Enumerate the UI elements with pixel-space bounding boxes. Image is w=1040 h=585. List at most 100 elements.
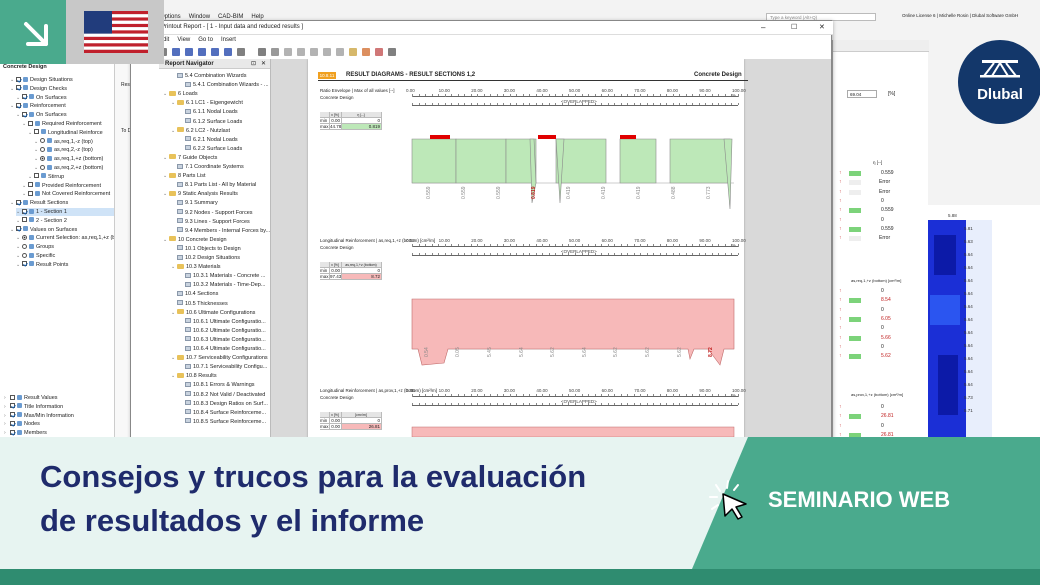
navigator-item[interactable]: 10.4 Sections (171, 290, 218, 298)
toolbar-button[interactable] (172, 48, 180, 56)
navigator-item[interactable]: ⌄ 10.3 Materials (171, 263, 221, 271)
tree-item[interactable]: › Nodes (4, 420, 40, 428)
radio-button[interactable] (40, 146, 45, 152)
radio-button[interactable] (40, 138, 45, 144)
toolbar-button[interactable] (362, 48, 370, 56)
expander-icon[interactable]: ⌄ (34, 155, 40, 163)
navigator-item[interactable]: 9.3 Lines - Support Forces (171, 218, 250, 226)
navigator-item[interactable]: 6.1.2 Surface Loads (179, 118, 242, 126)
checkbox[interactable] (28, 120, 33, 126)
navigator-item[interactable]: ⌄ 6 Loads (163, 90, 198, 98)
checkbox-checked[interactable] (10, 420, 15, 426)
pin-icon[interactable]: ⊡ (251, 60, 256, 67)
navigator-item[interactable]: 7.1 Coordinate Systems (171, 163, 244, 171)
navigator-item[interactable]: 10.2 Design Situations (171, 254, 240, 262)
checkbox[interactable] (34, 173, 39, 179)
navigator-item[interactable]: 10.5 Thicknesses (171, 300, 228, 308)
navigator-item[interactable]: ⌄ 10.8 Results (171, 372, 217, 380)
navigator-item[interactable]: 10.8.4 Surface Reinforceme... (179, 409, 266, 417)
navigator-item[interactable]: 5.4.1 Combination Wizards - ... (179, 81, 269, 89)
navigator-item[interactable]: 10.8.2 Not Valid / Deactivated (179, 391, 265, 399)
toolbar-button[interactable] (375, 48, 383, 56)
tree-item[interactable]: › Title Information (4, 403, 63, 411)
navigator-item[interactable]: 10.7.1 Serviceability Configu... (179, 363, 267, 371)
toolbar-button[interactable] (388, 48, 396, 56)
checkbox-checked[interactable] (10, 412, 15, 418)
checkbox[interactable] (34, 129, 39, 135)
navigator-item[interactable]: 9.4 Members - Internal Forces by... (171, 227, 270, 235)
navigator-item[interactable]: ⌄ 10 Concrete Design (163, 236, 227, 244)
radio-button-selected[interactable] (22, 234, 27, 240)
checkbox[interactable] (28, 190, 33, 196)
tree-item[interactable]: ⌄ Specific (16, 252, 55, 260)
navigator-item[interactable]: ⌄ 9 Static Analysis Results (163, 190, 238, 198)
radio-button-selected[interactable] (40, 155, 45, 161)
navigator-item[interactable]: 10.8.1 Errors & Warnings (179, 381, 255, 389)
tree-item[interactable]: ⌄ Longitudinal Reinforce (28, 129, 103, 137)
tree-item[interactable]: ⌄ Provided Reinforcement (22, 182, 101, 190)
checkbox-checked[interactable] (22, 111, 27, 117)
navigator-item[interactable]: 9.2 Nodes - Support Forces (171, 209, 253, 217)
minimize-button[interactable]: – (761, 23, 765, 32)
navigator-item[interactable]: ⌄ 8 Parts List (163, 172, 206, 180)
close-button[interactable]: ✕ (819, 23, 825, 31)
tree-item[interactable]: › Result Values (4, 394, 58, 402)
checkbox-checked[interactable] (16, 85, 21, 91)
tree-item[interactable]: ⌄ as,req,2,+z (bottom) (34, 164, 103, 172)
tree-item[interactable]: ⌄ Not Covered Reinforcement (22, 190, 110, 198)
tree-item[interactable]: ⌄ Reinforcement (10, 102, 66, 110)
expander-icon[interactable]: ⌄ (34, 138, 40, 146)
toolbar-button[interactable] (224, 48, 232, 56)
toolbar-button[interactable] (323, 48, 331, 56)
checkbox-checked[interactable] (22, 94, 27, 100)
navigator-item[interactable]: 6.2.1 Nodal Loads (179, 136, 238, 144)
navigator-item[interactable]: 10.6.2 Ultimate Configuratio... (179, 327, 266, 335)
checkbox-checked[interactable] (16, 102, 21, 108)
navigator-item[interactable]: 10.6.1 Ultimate Configuratio... (179, 318, 266, 326)
navigator-item[interactable]: 10.6.4 Ultimate Configuratio... (179, 345, 266, 353)
toolbar-button[interactable] (258, 48, 266, 56)
checkbox-checked[interactable] (16, 226, 21, 232)
checkbox-checked[interactable] (22, 208, 27, 214)
expander-icon[interactable]: ⌄ (16, 243, 22, 251)
navigator-item[interactable]: 6.1.1 Nodal Loads (179, 108, 238, 116)
report-menu-item[interactable]: Go to (198, 37, 213, 43)
checkbox[interactable] (10, 394, 15, 400)
checkbox-checked[interactable] (22, 261, 27, 267)
tree-item[interactable]: ⌄ Required Reinforcement (22, 120, 102, 128)
toolbar-button[interactable] (271, 48, 279, 56)
toolbar-button[interactable] (284, 48, 292, 56)
toolbar-button[interactable] (310, 48, 318, 56)
toolbar-button[interactable] (297, 48, 305, 56)
toolbar-button[interactable] (237, 48, 245, 56)
expander-icon[interactable]: ⌄ (34, 146, 40, 154)
navigator-item[interactable]: ⌄ 6.1 LC1 - Eigengewicht (171, 99, 243, 107)
tree-item[interactable]: ⌄ Result Sections (10, 199, 68, 207)
navigator-item[interactable]: ⌄ 10.7 Serviceability Configurations (171, 354, 268, 362)
navigator-item[interactable]: 10.8.3 Design Ratios on Surf... (179, 400, 268, 408)
toolbar-button[interactable] (349, 48, 357, 56)
navigator-item[interactable]: 9.1 Summary (171, 199, 218, 207)
radio-button[interactable] (22, 243, 27, 249)
navigator-item[interactable]: ⌄ 10.6 Ultimate Configurations (171, 309, 255, 317)
tree-item[interactable]: ⌄ Design Situations (10, 76, 73, 84)
navigator-item[interactable]: ⌄ 7 Guide Objects (163, 154, 217, 162)
maximize-button[interactable]: ☐ (791, 23, 797, 31)
toolbar-button[interactable] (185, 48, 193, 56)
report-menu-item[interactable]: View (177, 37, 190, 43)
tree-item[interactable]: ⌄ On Surfaces (16, 94, 67, 102)
checkbox-checked[interactable] (16, 199, 21, 205)
tree-item[interactable]: ⌄ 2 - Section 2 (16, 217, 67, 225)
navigator-item[interactable]: 10.6.3 Ultimate Configuratio... (179, 336, 266, 344)
tree-item[interactable]: ⌄ as,req,1,-z (top) (34, 138, 93, 146)
checkbox-checked[interactable] (10, 429, 15, 435)
download-corner[interactable] (0, 0, 66, 64)
tree-item[interactable]: ⌄ Groups (16, 243, 54, 251)
checkbox-checked[interactable] (16, 76, 21, 82)
navigator-item[interactable]: 10.8.5 Surface Reinforceme... (179, 418, 266, 426)
tree-item[interactable]: › Members (4, 429, 47, 437)
navigator-item[interactable]: ⌄ 6.2 LC2 - Nutzlast (171, 127, 230, 135)
tree-item[interactable]: ⌄ as,req,2,-z (top) (34, 146, 93, 154)
checkbox-checked[interactable] (10, 403, 15, 409)
tree-item[interactable]: › Max/Min Information (4, 412, 74, 420)
